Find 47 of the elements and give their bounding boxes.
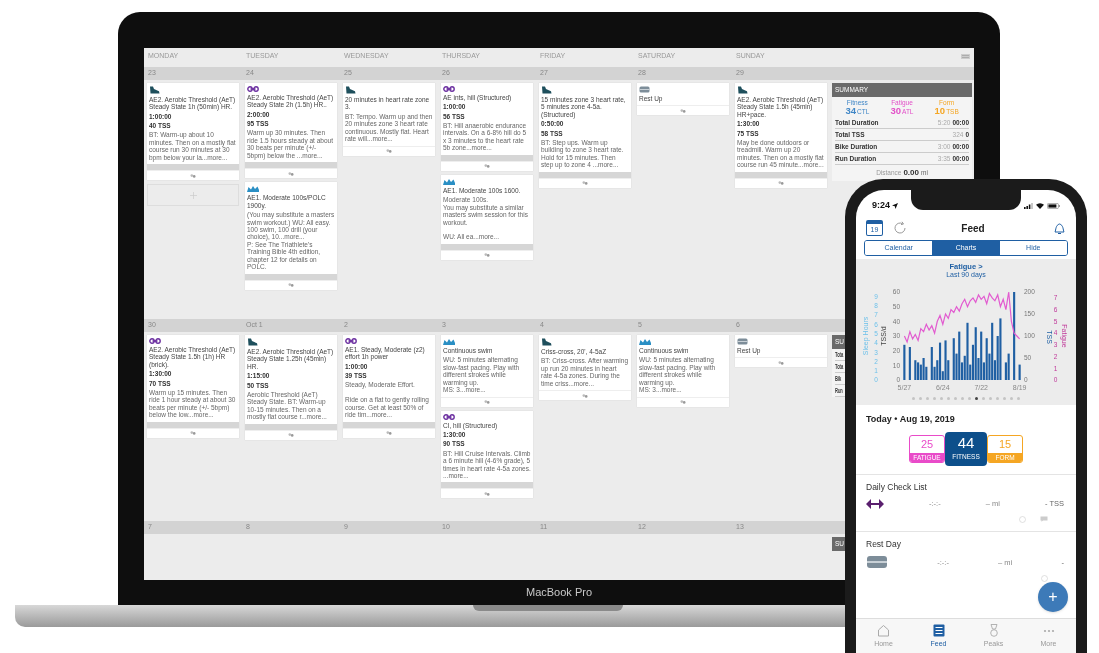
- metric-tile-value: 44: [957, 435, 975, 451]
- section-title: Rest Day: [866, 537, 902, 551]
- medal-icon: [988, 624, 999, 637]
- battery-icon: [1047, 203, 1060, 209]
- comment-icon[interactable]: [1040, 515, 1048, 522]
- metric-value: 34: [845, 105, 856, 115]
- swim-icon: [443, 177, 455, 185]
- bed-icon: [639, 86, 650, 93]
- bed-icon: [737, 338, 748, 345]
- swim-icon: [247, 185, 259, 193]
- home-icon: [877, 624, 890, 637]
- menu-icon[interactable]: [961, 54, 970, 59]
- metric-value: 10: [934, 105, 946, 115]
- wifi-icon: [1036, 203, 1044, 209]
- swim-icon: [639, 338, 651, 345]
- section-title: Daily Check List: [866, 480, 928, 494]
- swim-icon: [443, 338, 455, 345]
- shoe-icon: [247, 338, 258, 346]
- bike-icon: [247, 86, 259, 92]
- bike-icon: [443, 86, 455, 92]
- bike-icon: [443, 413, 455, 420]
- screen-title: Feed: [960, 221, 986, 236]
- list-icon: [932, 624, 945, 637]
- more-icon: [1042, 628, 1055, 633]
- plus-icon: [189, 191, 197, 199]
- refresh-icon[interactable]: [893, 221, 907, 235]
- shoe-icon: [149, 86, 160, 94]
- today-date: Today • Aug 19, 2019: [865, 413, 956, 427]
- signal-icon: [1024, 203, 1033, 209]
- metric-tile-value: 15: [998, 436, 1012, 452]
- metric-value: 30: [890, 105, 902, 115]
- shoe-icon: [737, 86, 748, 94]
- bike-icon: [345, 338, 357, 344]
- shoe-icon: [541, 86, 552, 94]
- metric-tile-value: 25: [920, 436, 934, 452]
- distance-value: 0.00: [903, 168, 919, 178]
- bed-icon: [866, 555, 888, 570]
- bike-icon: [149, 338, 161, 344]
- dumbbell-icon: [866, 499, 884, 509]
- laptop-brand-label: MacBook Pro: [526, 585, 592, 600]
- status-time: 9:24: [872, 199, 890, 213]
- workout-card[interactable]: [245, 182, 337, 290]
- bell-icon[interactable]: [1053, 221, 1066, 235]
- location-arrow-icon: [892, 203, 898, 209]
- add-fab-button[interactable]: +: [1038, 582, 1068, 612]
- shoe-icon: [541, 338, 552, 346]
- shoe-icon: [345, 86, 356, 94]
